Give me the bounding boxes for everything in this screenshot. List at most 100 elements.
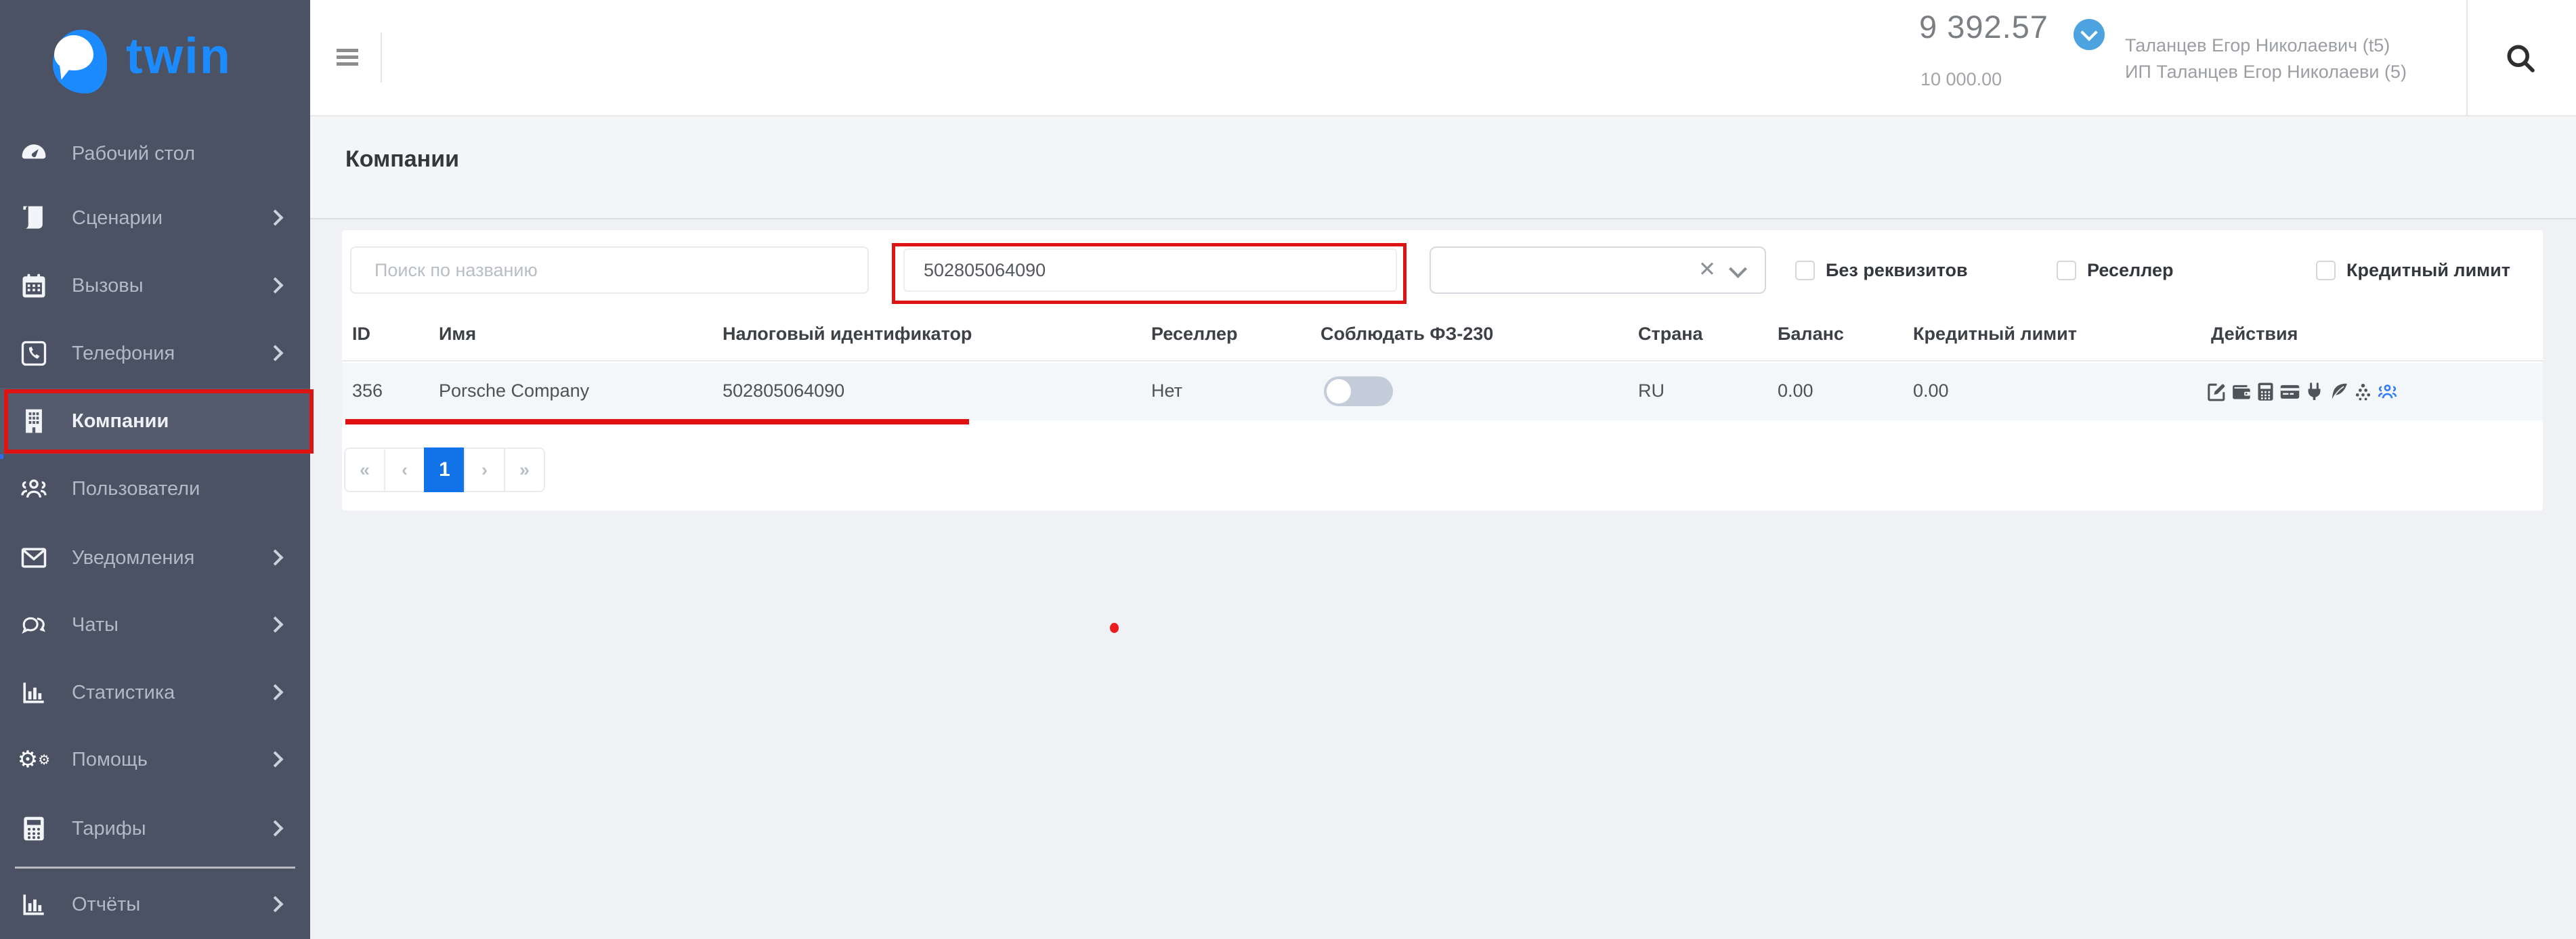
annotation-red-box-companies-item [4,389,314,454]
bar-chart-icon [18,676,50,709]
page-header: Компании [310,116,2576,219]
users-icon[interactable] [2376,379,2399,403]
table-header-row: ID Имя Налоговый идентификатор Реселлер … [342,306,2543,362]
brand-logo-text: twin [126,27,232,85]
bar-chart-icon [18,888,50,921]
checkbox-credit-limit[interactable]: Кредитный лимит [2316,246,2510,294]
sidebar: twin Рабочий стол Сценарии Вызовы [0,0,310,939]
cell-id: 356 [352,380,383,401]
cell-country: RU [1638,380,1665,401]
users-icon [18,473,50,505]
topbar-divider [2466,0,2468,116]
credit-card-icon[interactable] [2279,379,2301,403]
search-icon[interactable] [2503,41,2538,76]
chevron-right-icon [267,345,283,361]
checkbox-icon[interactable] [2057,261,2076,280]
cell-balance: 0.00 [1778,380,1813,401]
feather-icon[interactable] [2327,379,2350,403]
sidebar-item-notifications[interactable]: Уведомления [0,525,310,591]
sidebar-item-users[interactable]: Пользователи [0,456,310,522]
cell-reseller: Нет [1151,380,1182,401]
sidebar-item-help[interactable]: ⚙⚙ Помощь [0,726,310,793]
balance-secondary: 10 000.00 [1920,69,2002,90]
checkbox-icon[interactable] [1795,261,1815,280]
gears-icon: ⚙⚙ [18,743,50,776]
chevron-right-icon [267,549,283,565]
page-title: Компании [345,146,459,173]
pagination-prev-button[interactable]: ‹ [384,447,425,492]
pagination-next-button[interactable]: › [464,447,505,492]
chevron-right-icon [267,820,283,836]
sidebar-item-telephony[interactable]: Телефония [0,320,310,387]
clear-icon[interactable]: ✕ [1698,257,1716,282]
hamburger-menu-icon[interactable] [337,49,358,69]
column-header-name[interactable]: Имя [439,324,476,345]
plug-icon[interactable] [2303,379,2325,403]
sidebar-item-dashboard[interactable]: Рабочий стол [0,121,310,187]
column-header-reseller[interactable]: Реселлер [1151,324,1238,345]
sitemap-icon[interactable] [2352,379,2374,403]
balance-amount[interactable]: 9 392.57 [1919,8,2075,45]
envelope-icon [18,542,50,574]
top-bar: 9 392.57 10 000.00 Таланцев Егор Николае… [310,0,2576,116]
cell-tax-id: 502805064090 [723,380,844,401]
sidebar-item-calls[interactable]: Вызовы [0,253,310,319]
annotation-red-box-tax-input [892,243,1407,304]
calculator-icon[interactable] [2254,379,2277,403]
edit-icon[interactable] [2206,379,2228,403]
script-icon [18,202,50,234]
app-window: twin Рабочий стол Сценарии Вызовы [0,0,2576,939]
annotation-red-dot [1110,623,1119,633]
column-header-fz230[interactable]: Соблюдать ФЗ-230 [1321,324,1493,345]
sidebar-item-scenarios[interactable]: Сценарии [0,185,310,251]
search-by-name-input[interactable] [350,246,869,294]
pagination-page-1[interactable]: 1 [424,447,465,492]
chevron-right-icon [267,277,283,293]
pagination-first-button[interactable]: « [344,447,385,492]
sidebar-divider [15,867,295,869]
column-header-balance[interactable]: Баланс [1778,324,1844,345]
sidebar-item-statistics[interactable]: Статистика [0,659,310,726]
user-name-line2: ИП Таланцев Егор Николаеви (5) [2125,59,2407,85]
fz230-toggle[interactable] [1324,376,1393,406]
checkbox-icon[interactable] [2316,261,2336,280]
annotation-red-underline [345,419,969,424]
row-actions [2206,379,2399,403]
wallet-icon[interactable] [2230,379,2252,403]
column-header-id[interactable]: ID [352,324,370,345]
chats-icon [18,609,50,641]
sidebar-item-reports[interactable]: Отчёты [0,871,310,938]
companies-panel: ✕ Без реквизитов Реселлер Кредитный лими… [342,230,2543,510]
chevron-right-icon [267,684,283,700]
checkbox-reseller[interactable]: Реселлер [2057,246,2174,294]
chevron-right-icon [267,896,283,912]
column-header-tax-id[interactable]: Налоговый идентификатор [723,324,972,345]
brand-logo-icon [53,30,111,97]
user-name-line1: Таланцев Егор Николаевич (t5) [2125,32,2407,59]
brand-logo[interactable]: twin [0,0,310,121]
table-row[interactable]: 356 Porsche Company 502805064090 Нет RU … [342,363,2543,420]
filter-select[interactable]: ✕ [1430,246,1766,294]
user-menu[interactable]: Таланцев Егор Николаевич (t5) ИП Таланце… [2125,32,2407,85]
chevron-right-icon [267,751,283,767]
balance-dropdown-icon[interactable] [2074,19,2105,50]
topbar-divider [381,32,382,83]
sidebar-item-chats[interactable]: Чаты [0,592,310,658]
chevron-down-icon [1729,260,1747,278]
calculator-icon [18,812,50,845]
pagination-last-button[interactable]: » [504,447,545,492]
column-header-country[interactable]: Страна [1638,324,1703,345]
annotation-blue-mark [0,454,3,459]
chevron-right-icon [267,616,283,632]
phone-icon [18,337,50,370]
column-header-actions[interactable]: Действия [2211,324,2298,345]
column-header-credit-limit[interactable]: Кредитный лимит [1913,324,2077,345]
checkbox-no-requisites[interactable]: Без реквизитов [1795,246,1968,294]
cell-name: Porsche Company [439,380,589,401]
calendar-icon [18,269,50,302]
dashboard-icon [18,137,50,170]
sidebar-item-tariffs[interactable]: Тарифы [0,795,310,862]
pagination: « ‹ 1 › » [344,447,545,492]
cell-credit-limit: 0.00 [1913,380,1949,401]
chevron-right-icon [267,209,283,225]
